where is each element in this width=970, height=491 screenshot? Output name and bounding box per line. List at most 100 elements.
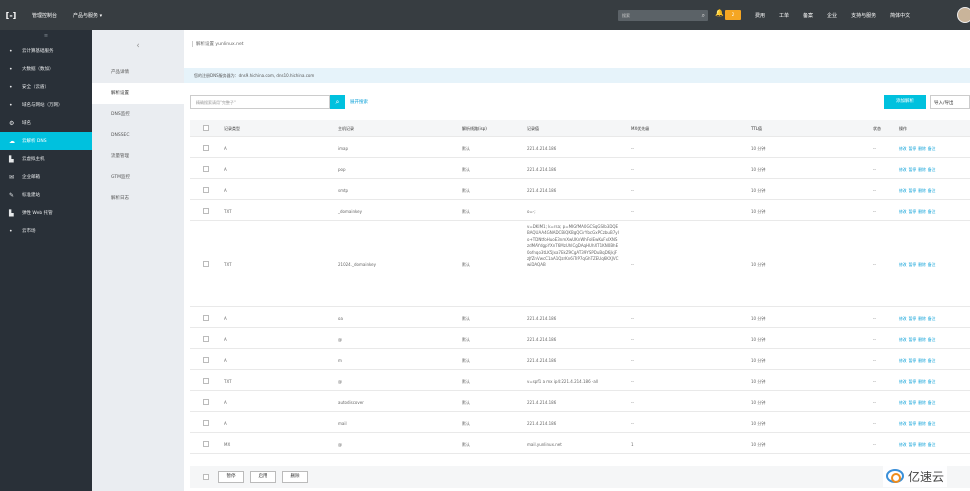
sidebar-item-0[interactable]: • 云计算基础服务 bbox=[0, 42, 92, 60]
pause-link[interactable]: 暂停 bbox=[909, 379, 917, 385]
sidebar-item-2[interactable]: • 安全（云盾） bbox=[0, 78, 92, 96]
pause-button[interactable]: 暂停 bbox=[218, 471, 244, 483]
delete-link[interactable]: 删除 bbox=[918, 442, 926, 448]
sidebar-collapse-icon[interactable]: ≡ bbox=[0, 30, 92, 42]
subnav-item-6[interactable]: 解析日志 bbox=[92, 188, 184, 209]
aliyun-logo-icon[interactable]: [-] bbox=[0, 0, 22, 30]
row-checkbox[interactable] bbox=[203, 144, 209, 151]
sidebar-item-10[interactable]: • 云市场 bbox=[0, 222, 92, 240]
delete-button[interactable]: 删除 bbox=[282, 471, 308, 483]
edit-link[interactable]: 修改 bbox=[899, 146, 907, 152]
pause-link[interactable]: 暂停 bbox=[909, 209, 917, 215]
sidebar-item-1[interactable]: • 大数据（数加） bbox=[0, 60, 92, 78]
remark-link[interactable]: 备注 bbox=[928, 421, 936, 427]
edit-link[interactable]: 修改 bbox=[899, 188, 907, 194]
remark-link[interactable]: 备注 bbox=[928, 316, 936, 322]
console-link[interactable]: 管理控制台 bbox=[32, 12, 57, 19]
select-all-checkbox[interactable] bbox=[203, 125, 209, 131]
row-checkbox[interactable] bbox=[203, 165, 209, 172]
edit-link[interactable]: 修改 bbox=[899, 379, 907, 385]
link-support[interactable]: 支持与服务 bbox=[851, 12, 876, 19]
subnav-item-1[interactable]: 解析设置 bbox=[92, 83, 184, 104]
avatar[interactable] bbox=[957, 7, 970, 23]
import-export-button[interactable]: 导入/导出 bbox=[930, 95, 970, 109]
sidebar-item-8[interactable]: ✎ 标准建站 bbox=[0, 186, 92, 204]
pause-link[interactable]: 暂停 bbox=[909, 167, 917, 173]
pause-link[interactable]: 暂停 bbox=[909, 358, 917, 364]
top-search-input[interactable]: 搜索 ⌕ bbox=[618, 10, 708, 21]
remark-link[interactable]: 备注 bbox=[928, 442, 936, 448]
advanced-search-link[interactable]: 展开搜索 bbox=[350, 99, 368, 105]
edit-link[interactable]: 修改 bbox=[899, 209, 907, 215]
delete-link[interactable]: 删除 bbox=[918, 400, 926, 406]
sidebar-item-4[interactable]: ⚙ 域名 bbox=[0, 114, 92, 132]
sidebar-item-7[interactable]: ✉ 企业邮箱 bbox=[0, 168, 92, 186]
delete-link[interactable]: 删除 bbox=[918, 358, 926, 364]
enable-button[interactable]: 启用 bbox=[250, 471, 276, 483]
sidebar-item-3[interactable]: • 域名与网站（万网） bbox=[0, 96, 92, 114]
sidebar-item-6[interactable]: ▙ 云虚拟主机 bbox=[0, 150, 92, 168]
pause-link[interactable]: 暂停 bbox=[909, 146, 917, 152]
row-checkbox[interactable] bbox=[203, 186, 209, 193]
row-checkbox[interactable] bbox=[203, 261, 209, 267]
remark-link[interactable]: 备注 bbox=[928, 358, 936, 364]
edit-link[interactable]: 修改 bbox=[899, 337, 907, 343]
delete-link[interactable]: 删除 bbox=[918, 379, 926, 385]
add-record-button[interactable]: 添加解析 bbox=[884, 95, 926, 109]
row-checkbox[interactable] bbox=[203, 335, 209, 342]
delete-link[interactable]: 删除 bbox=[918, 337, 926, 343]
pause-link[interactable]: 暂停 bbox=[909, 421, 917, 427]
pause-link[interactable]: 暂停 bbox=[909, 188, 917, 194]
row-checkbox[interactable] bbox=[203, 440, 209, 447]
edit-link[interactable]: 修改 bbox=[899, 421, 907, 427]
delete-link[interactable]: 删除 bbox=[918, 188, 926, 194]
search-icon[interactable]: ⌕ bbox=[702, 12, 705, 20]
delete-link[interactable]: 删除 bbox=[918, 421, 926, 427]
pause-link[interactable]: 暂停 bbox=[909, 316, 917, 322]
record-search-input[interactable]: 精确搜索请用"完整子" bbox=[190, 95, 330, 109]
products-menu[interactable]: 产品与服务 ▾ bbox=[73, 12, 102, 19]
subnav-item-0[interactable]: 产品详情 bbox=[92, 62, 184, 83]
row-checkbox[interactable] bbox=[203, 377, 209, 384]
link-filing[interactable]: 备案 bbox=[803, 12, 813, 19]
row-checkbox[interactable] bbox=[203, 207, 209, 214]
delete-link[interactable]: 删除 bbox=[918, 167, 926, 173]
footer-select-checkbox[interactable] bbox=[203, 474, 209, 480]
remark-link[interactable]: 备注 bbox=[928, 209, 936, 215]
delete-link[interactable]: 删除 bbox=[918, 262, 926, 268]
edit-link[interactable]: 修改 bbox=[899, 358, 907, 364]
pause-link[interactable]: 暂停 bbox=[909, 442, 917, 448]
sidebar-item-5[interactable]: ☁ 云解析 DNS bbox=[0, 132, 92, 150]
remark-link[interactable]: 备注 bbox=[928, 146, 936, 152]
pause-link[interactable]: 暂停 bbox=[909, 400, 917, 406]
row-checkbox[interactable] bbox=[203, 314, 209, 321]
subnav-item-4[interactable]: 流量管理 bbox=[92, 146, 184, 167]
delete-link[interactable]: 删除 bbox=[918, 146, 926, 152]
delete-link[interactable]: 删除 bbox=[918, 209, 926, 215]
subnav-item-2[interactable]: DNS监控 bbox=[92, 104, 184, 125]
back-chevron-icon[interactable]: ‹ bbox=[92, 30, 184, 62]
edit-link[interactable]: 修改 bbox=[899, 316, 907, 322]
remark-link[interactable]: 备注 bbox=[928, 400, 936, 406]
subnav-item-3[interactable]: DNSSEC bbox=[92, 125, 184, 146]
row-checkbox[interactable] bbox=[203, 398, 209, 405]
remark-link[interactable]: 备注 bbox=[928, 167, 936, 173]
link-billing[interactable]: 费用 bbox=[755, 12, 765, 19]
pause-link[interactable]: 暂停 bbox=[909, 337, 917, 343]
search-button[interactable]: ⌕ bbox=[330, 95, 345, 109]
notification-badge[interactable]: 2 bbox=[725, 10, 741, 20]
bell-icon[interactable]: 🔔 bbox=[715, 9, 724, 17]
row-checkbox[interactable] bbox=[203, 356, 209, 363]
delete-link[interactable]: 删除 bbox=[918, 316, 926, 322]
edit-link[interactable]: 修改 bbox=[899, 262, 907, 268]
remark-link[interactable]: 备注 bbox=[928, 379, 936, 385]
remark-link[interactable]: 备注 bbox=[928, 337, 936, 343]
edit-link[interactable]: 修改 bbox=[899, 442, 907, 448]
link-language[interactable]: 简体中文 bbox=[890, 12, 910, 19]
subnav-item-5[interactable]: GTM监控 bbox=[92, 167, 184, 188]
pause-link[interactable]: 暂停 bbox=[909, 262, 917, 268]
link-tickets[interactable]: 工单 bbox=[779, 12, 789, 19]
edit-link[interactable]: 修改 bbox=[899, 400, 907, 406]
link-enterprise[interactable]: 企业 bbox=[827, 12, 837, 19]
edit-link[interactable]: 修改 bbox=[899, 167, 907, 173]
